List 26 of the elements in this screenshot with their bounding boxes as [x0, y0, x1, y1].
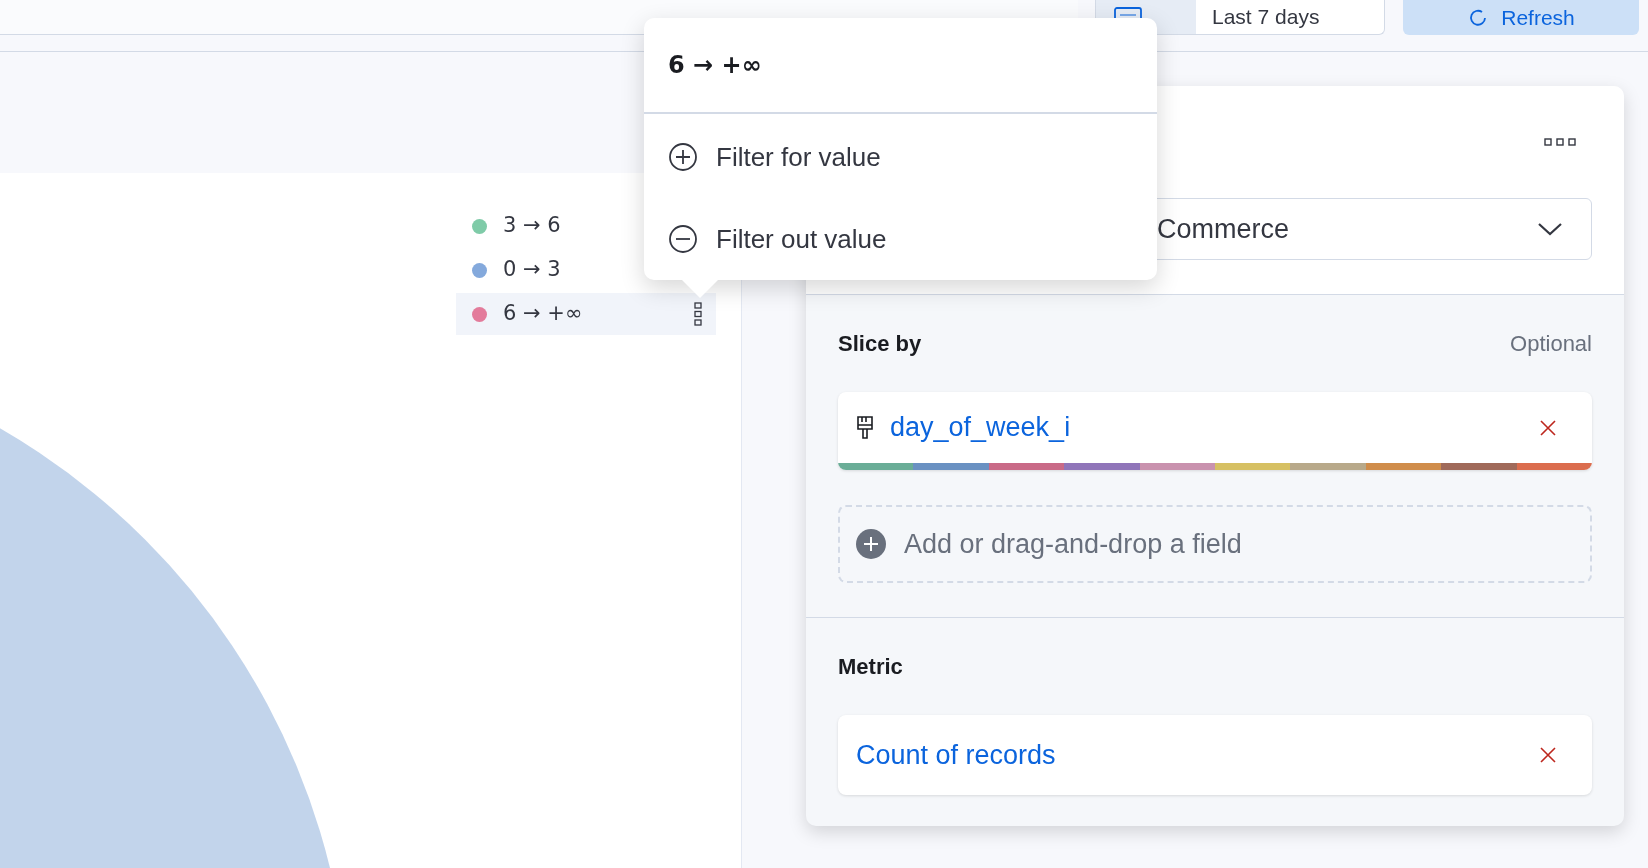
- section-title: Metric: [838, 653, 903, 681]
- dimension-field[interactable]: day_of_week_i: [838, 392, 1592, 470]
- brush-icon: [856, 414, 874, 441]
- popover-title: 6 → +∞: [668, 50, 762, 81]
- more-icon[interactable]: [1544, 138, 1576, 146]
- refresh-button[interactable]: Refresh: [1403, 0, 1639, 35]
- section-title: Slice by: [838, 330, 922, 358]
- close-icon[interactable]: [1538, 745, 1558, 765]
- kebab-icon[interactable]: [694, 302, 702, 326]
- legend-item[interactable]: 6 → +∞: [456, 293, 716, 335]
- optional-hint: Optional: [1510, 330, 1592, 358]
- legend-label: 0 → 3: [503, 256, 561, 284]
- plus-circle-icon: [856, 529, 886, 559]
- dimension-field[interactable]: Count of records: [838, 715, 1592, 795]
- add-field-dropzone[interactable]: Add or drag-and-drop a field: [838, 505, 1592, 583]
- select-value: Commerce: [1157, 212, 1290, 246]
- minus-circle-icon: [668, 224, 698, 254]
- field-label[interactable]: day_of_week_i: [890, 407, 1071, 448]
- legend-label: 6 → +∞: [503, 300, 583, 328]
- close-icon[interactable]: [1538, 417, 1558, 438]
- plus-circle-icon: [668, 142, 698, 172]
- dropzone-text: Add or drag-and-drop a field: [904, 527, 1242, 561]
- legend-label: 3 → 6: [503, 212, 561, 240]
- field-label[interactable]: Count of records: [856, 734, 1056, 776]
- chevron-down-icon: [1537, 221, 1563, 237]
- popover-menu-item[interactable]: Filter for value: [644, 116, 1157, 198]
